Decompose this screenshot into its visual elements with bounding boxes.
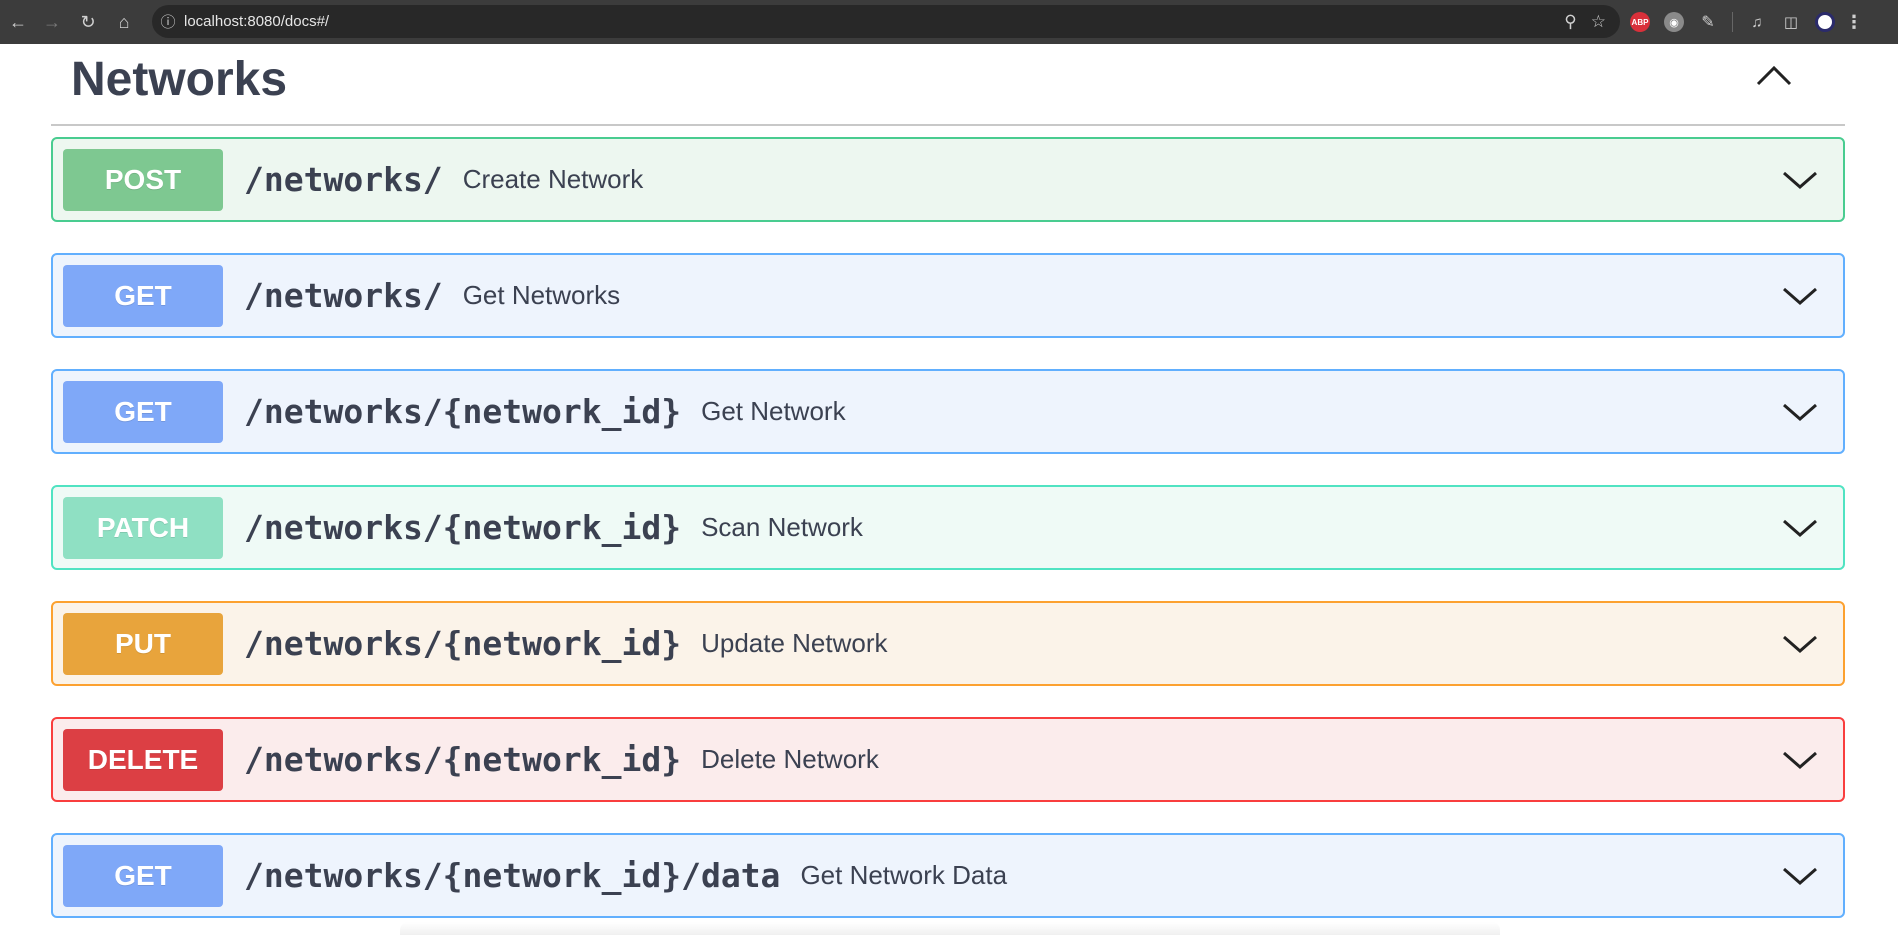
chevron-down-icon[interactable]: [1781, 397, 1819, 427]
chevron-down-icon[interactable]: [1781, 165, 1819, 195]
operation-summary: Get Network Data: [800, 860, 1008, 890]
operation-path: /networks/{network_id}: [244, 508, 682, 547]
chevron-down-icon[interactable]: [1781, 861, 1819, 891]
operation-path: /networks/{network_id}: [244, 392, 682, 431]
operation-summary: Get Network: [701, 396, 846, 426]
operation-get-networks[interactable]: GET /networks/ Get Networks: [51, 253, 1845, 338]
method-badge: GET: [63, 844, 223, 907]
method-badge: GET: [63, 380, 223, 443]
bottom-overlay-shadow: [400, 922, 1500, 935]
method-badge: PUT: [63, 612, 223, 675]
section-divider: [51, 124, 1845, 126]
forward-arrow-icon[interactable]: →: [34, 4, 70, 40]
side-panel-icon[interactable]: ◫: [1781, 12, 1801, 32]
abp-icon[interactable]: ABP: [1630, 12, 1650, 32]
owl-extension-icon[interactable]: ◉: [1664, 12, 1684, 32]
operation-summary: Scan Network: [701, 512, 863, 542]
method-badge: DELETE: [63, 728, 223, 791]
operation-path: /networks/: [244, 160, 443, 199]
browser-toolbar: ← → ↻ ⌂ ⓘ localhost:8080/docs#/ ⚲ ☆ ABP …: [0, 0, 1898, 44]
bookmark-star-icon[interactable]: ☆: [1591, 12, 1606, 32]
operation-create-network[interactable]: POST /networks/ Create Network: [51, 137, 1845, 222]
site-info-icon[interactable]: ⓘ: [152, 11, 184, 32]
operation-summary: Delete Network: [701, 744, 879, 774]
operation-scan-network[interactable]: PATCH /networks/{network_id} Scan Networ…: [51, 485, 1845, 570]
reload-icon[interactable]: ↻: [70, 4, 106, 40]
home-icon[interactable]: ⌂: [106, 4, 142, 40]
address-bar[interactable]: ⓘ localhost:8080/docs#/ ⚲ ☆: [152, 5, 1620, 38]
chevron-down-icon[interactable]: [1781, 281, 1819, 311]
method-badge: PATCH: [63, 496, 223, 559]
section-title[interactable]: Networks: [71, 52, 287, 107]
method-badge: POST: [63, 148, 223, 211]
operation-path: /networks/: [244, 276, 443, 315]
operation-summary: Update Network: [701, 628, 888, 658]
operation-delete-network[interactable]: DELETE /networks/{network_id} Delete Net…: [51, 717, 1845, 802]
extensions-puzzle-icon[interactable]: ✎: [1698, 12, 1718, 32]
chevron-up-icon[interactable]: [1754, 58, 1794, 92]
operation-update-network[interactable]: PUT /networks/{network_id} Update Networ…: [51, 601, 1845, 686]
operation-get-network-data[interactable]: GET /networks/{network_id}/data Get Netw…: [51, 833, 1845, 918]
address-bar-url[interactable]: localhost:8080/docs#/: [184, 13, 329, 30]
toolbar-divider: [1732, 12, 1733, 32]
back-arrow-icon[interactable]: ←: [0, 4, 36, 40]
operation-summary: Create Network: [462, 164, 644, 194]
chevron-down-icon[interactable]: [1781, 629, 1819, 659]
chevron-down-icon[interactable]: [1781, 745, 1819, 775]
media-control-icon[interactable]: ♫: [1747, 12, 1767, 32]
operation-summary: Get Networks: [462, 280, 621, 310]
browser-menu-icon[interactable]: ⋮: [1845, 12, 1863, 32]
operation-path: /networks/{network_id}: [244, 740, 682, 779]
profile-avatar-icon[interactable]: [1815, 12, 1835, 32]
operation-get-network[interactable]: GET /networks/{network_id} Get Network: [51, 369, 1845, 454]
operation-path: /networks/{network_id}: [244, 624, 682, 663]
operation-path: /networks/{network_id}/data: [244, 856, 781, 895]
chevron-down-icon[interactable]: [1781, 513, 1819, 543]
zoom-icon[interactable]: ⚲: [1564, 12, 1576, 32]
method-badge: GET: [63, 264, 223, 327]
